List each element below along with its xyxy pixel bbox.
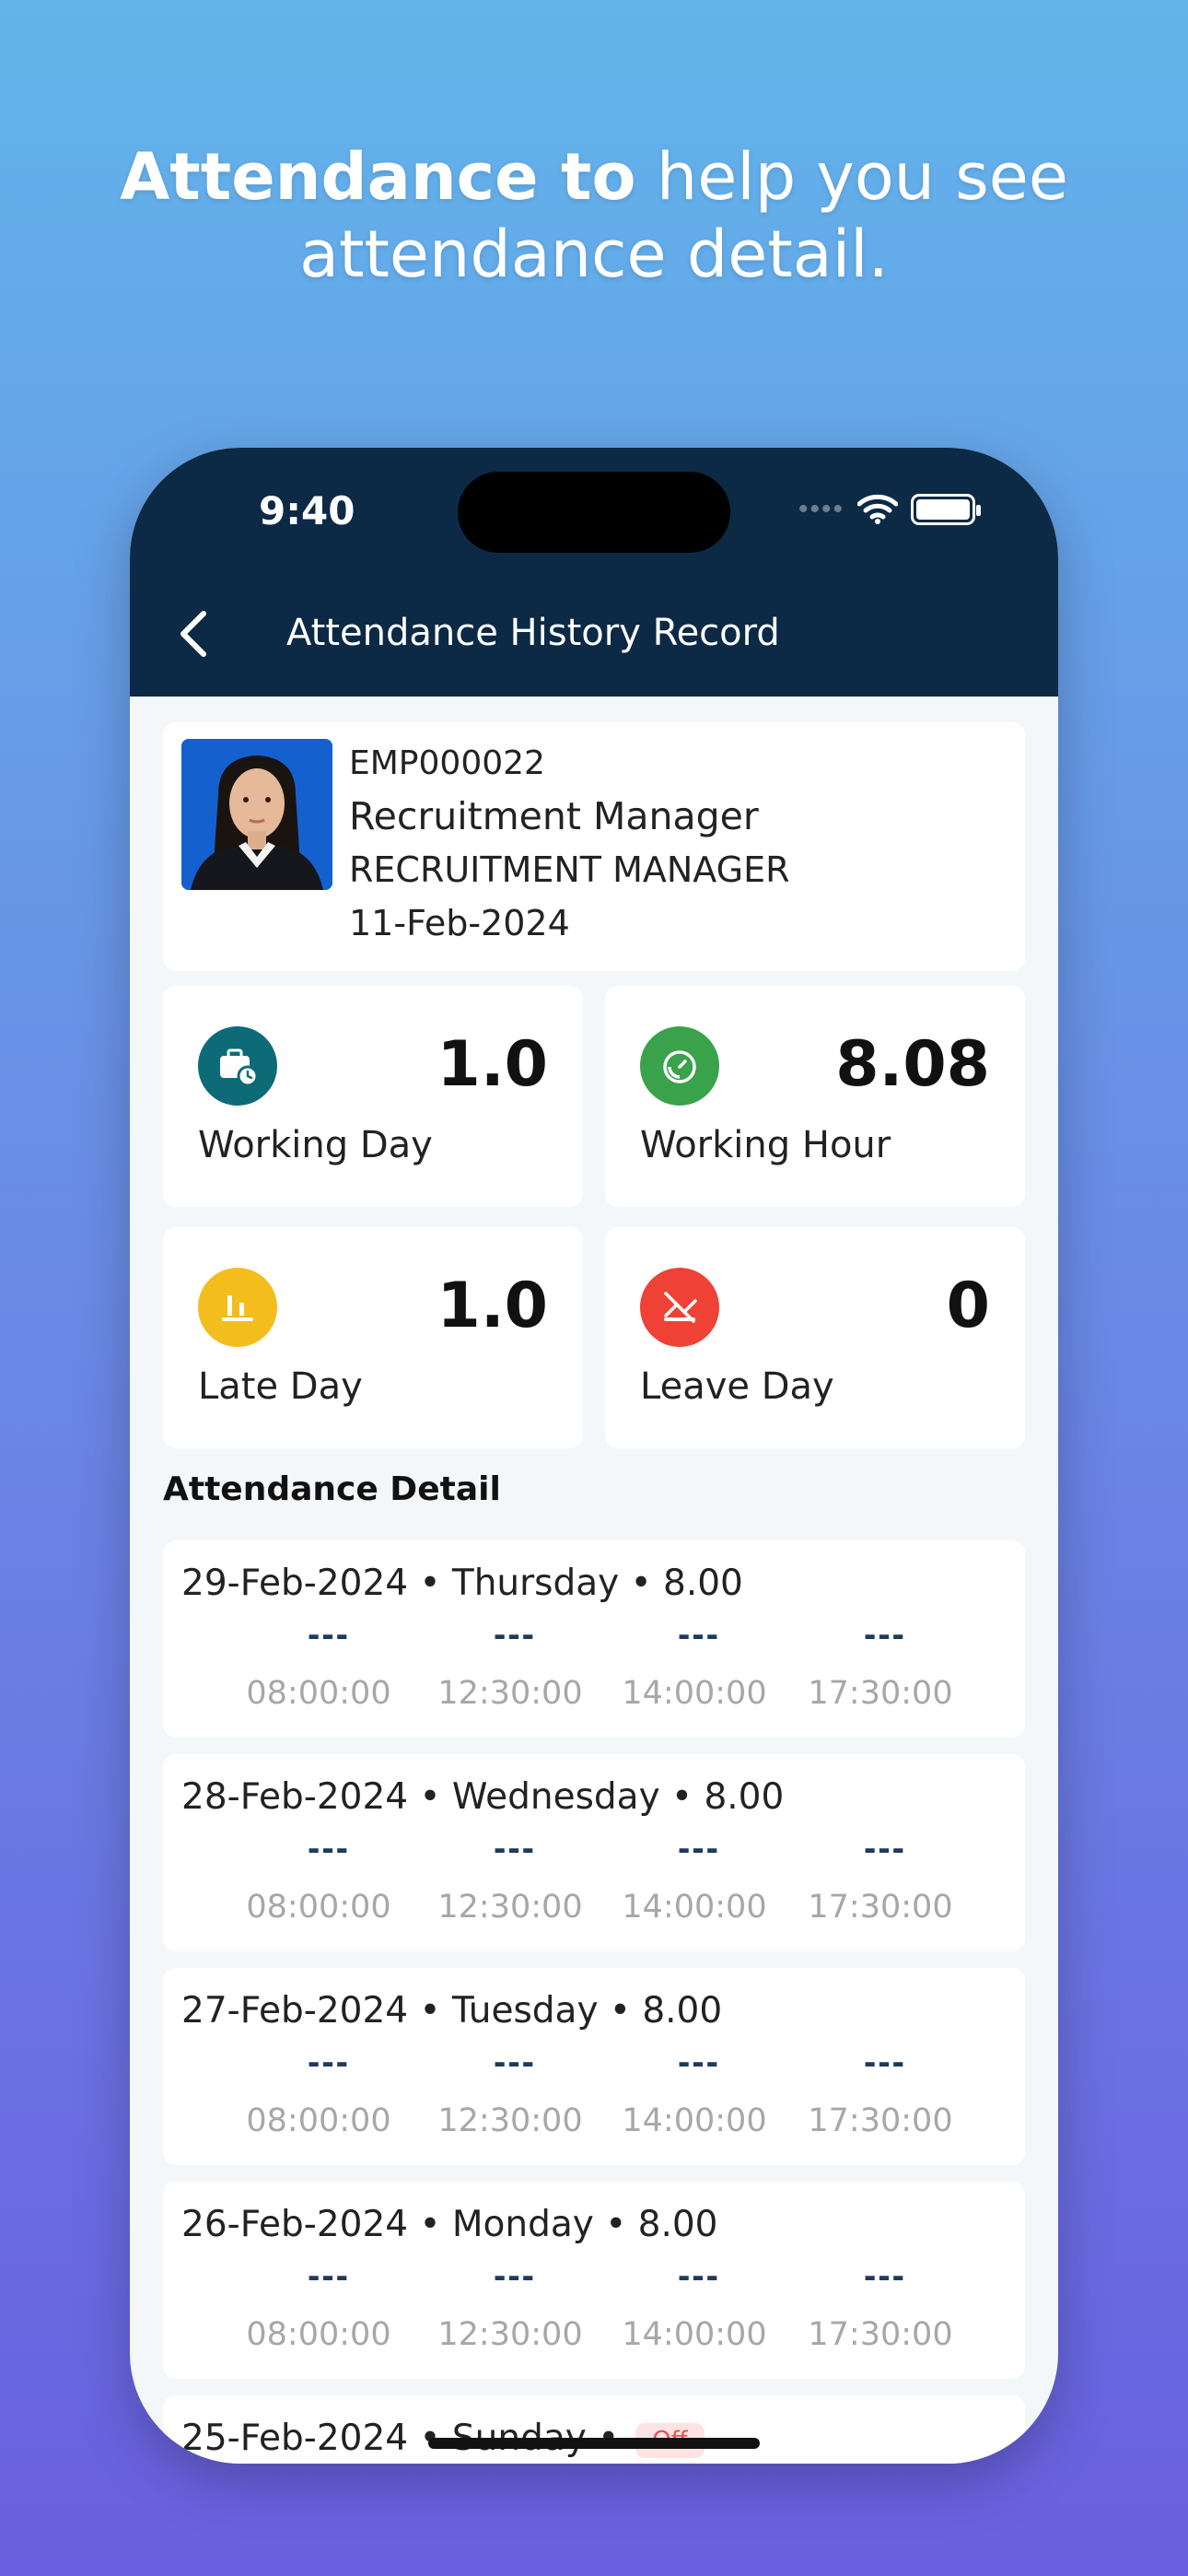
headline-bold: Attendance to bbox=[120, 139, 636, 215]
attendance-record-partial[interactable]: 25-Feb-2024 • Sunday •Off bbox=[163, 2395, 1025, 2464]
stat-working-hour: 8.08 Working Hour bbox=[605, 986, 1025, 1207]
record-time: 08:00:00 bbox=[246, 1889, 391, 1926]
home-indicator[interactable] bbox=[428, 2438, 760, 2449]
stat-value: 1.0 bbox=[437, 1028, 548, 1101]
profile-date: 11-Feb-2024 bbox=[349, 903, 570, 943]
briefcase-clock-icon bbox=[198, 1026, 277, 1106]
record-checkin-2: --- bbox=[678, 1614, 720, 1655]
attendance-record[interactable]: 28-Feb-2024 • Wednesday • 8.00 --- --- -… bbox=[163, 1754, 1025, 1951]
stat-label: Leave Day bbox=[640, 1365, 834, 1408]
headline-line2: attendance detail. bbox=[299, 217, 889, 292]
stat-label: Late Day bbox=[198, 1365, 363, 1408]
no-clock-icon bbox=[640, 1268, 719, 1347]
stat-value: 0 bbox=[946, 1270, 990, 1342]
attendance-record[interactable]: 27-Feb-2024 • Tuesday • 8.00 --- --- ---… bbox=[163, 1968, 1025, 2165]
record-time: 08:00:00 bbox=[246, 2102, 391, 2139]
wifi-icon bbox=[857, 494, 898, 524]
phone-frame: 9:40 •••• Attendance History Record EMP0… bbox=[130, 448, 1058, 2464]
record-checkin-2: --- bbox=[678, 1828, 720, 1868]
stat-late-day: 1.0 Late Day bbox=[163, 1227, 583, 1448]
employee-position: Recruitment Manager bbox=[349, 794, 759, 838]
attendance-record[interactable]: 29-Feb-2024 • Thursday • 8.00 --- --- --… bbox=[163, 1540, 1025, 1738]
record-time: 14:00:00 bbox=[622, 2316, 767, 2353]
employee-department: RECRUITMENT MANAGER bbox=[349, 849, 790, 890]
section-title: Attendance Detail bbox=[163, 1470, 501, 1508]
attendance-record[interactable]: 26-Feb-2024 • Monday • 8.00 --- --- --- … bbox=[163, 2182, 1025, 2379]
record-title: 28-Feb-2024 • Wednesday • 8.00 bbox=[181, 1776, 785, 1818]
record-time: 17:30:00 bbox=[808, 1675, 953, 1712]
status-time: 9:40 bbox=[259, 488, 355, 533]
record-checkout-1: --- bbox=[494, 1614, 536, 1655]
promo-headline: Attendance to help you see attendance de… bbox=[0, 138, 1188, 293]
signal-icon: •••• bbox=[798, 494, 844, 524]
record-title: 27-Feb-2024 • Tuesday • 8.00 bbox=[181, 1990, 723, 2032]
record-checkout-2: --- bbox=[864, 2042, 906, 2082]
record-time: 12:30:00 bbox=[437, 2316, 583, 2353]
avatar bbox=[181, 739, 332, 890]
stat-value: 1.0 bbox=[437, 1270, 548, 1342]
record-title: 29-Feb-2024 • Thursday • 8.00 bbox=[181, 1563, 743, 1604]
record-time: 12:30:00 bbox=[437, 1889, 583, 1926]
record-checkin-2: --- bbox=[678, 2255, 720, 2296]
dynamic-island bbox=[458, 472, 730, 553]
stat-leave-day: 0 Leave Day bbox=[605, 1227, 1025, 1448]
record-checkout-2: --- bbox=[864, 2255, 906, 2296]
chevron-left-icon[interactable] bbox=[170, 606, 216, 662]
record-checkin-1: --- bbox=[308, 2042, 350, 2082]
page-title: Attendance History Record bbox=[286, 612, 780, 654]
record-checkin-1: --- bbox=[308, 1614, 350, 1655]
record-checkout-2: --- bbox=[864, 1614, 906, 1655]
app-header: 9:40 •••• Attendance History Record bbox=[130, 448, 1058, 697]
record-time: 17:30:00 bbox=[808, 2102, 953, 2139]
record-checkin-1: --- bbox=[308, 1828, 350, 1868]
record-checkout-2: --- bbox=[864, 1828, 906, 1868]
record-time: 08:00:00 bbox=[246, 1675, 391, 1712]
record-checkout-1: --- bbox=[494, 2042, 536, 2082]
employee-profile-card: EMP000022 Recruitment Manager RECRUITMEN… bbox=[163, 722, 1025, 971]
stat-label: Working Hour bbox=[640, 1124, 891, 1166]
record-title: 26-Feb-2024 • Monday • 8.00 bbox=[181, 2204, 718, 2245]
stat-label: Working Day bbox=[198, 1124, 433, 1166]
employee-id: EMP000022 bbox=[349, 744, 545, 782]
record-time: 14:00:00 bbox=[622, 1675, 767, 1712]
record-checkout-1: --- bbox=[494, 1828, 536, 1868]
record-checkout-1: --- bbox=[494, 2255, 536, 2296]
record-time: 14:00:00 bbox=[622, 2102, 767, 2139]
record-time: 12:30:00 bbox=[437, 2102, 583, 2139]
record-checkin-1: --- bbox=[308, 2255, 350, 2296]
chart-bars-icon bbox=[198, 1268, 277, 1347]
headline-rest: help you see bbox=[656, 139, 1068, 215]
record-checkin-2: --- bbox=[678, 2042, 720, 2082]
record-time: 12:30:00 bbox=[437, 1675, 583, 1712]
battery-icon bbox=[911, 494, 981, 525]
record-time: 17:30:00 bbox=[808, 1889, 953, 1926]
stat-working-day: 1.0 Working Day bbox=[163, 986, 583, 1207]
record-time: 17:30:00 bbox=[808, 2316, 953, 2353]
timer-icon bbox=[640, 1026, 719, 1106]
stat-value: 8.08 bbox=[835, 1028, 990, 1101]
record-time: 08:00:00 bbox=[246, 2316, 391, 2353]
status-icons: •••• bbox=[798, 494, 981, 525]
record-time: 14:00:00 bbox=[622, 1889, 767, 1926]
